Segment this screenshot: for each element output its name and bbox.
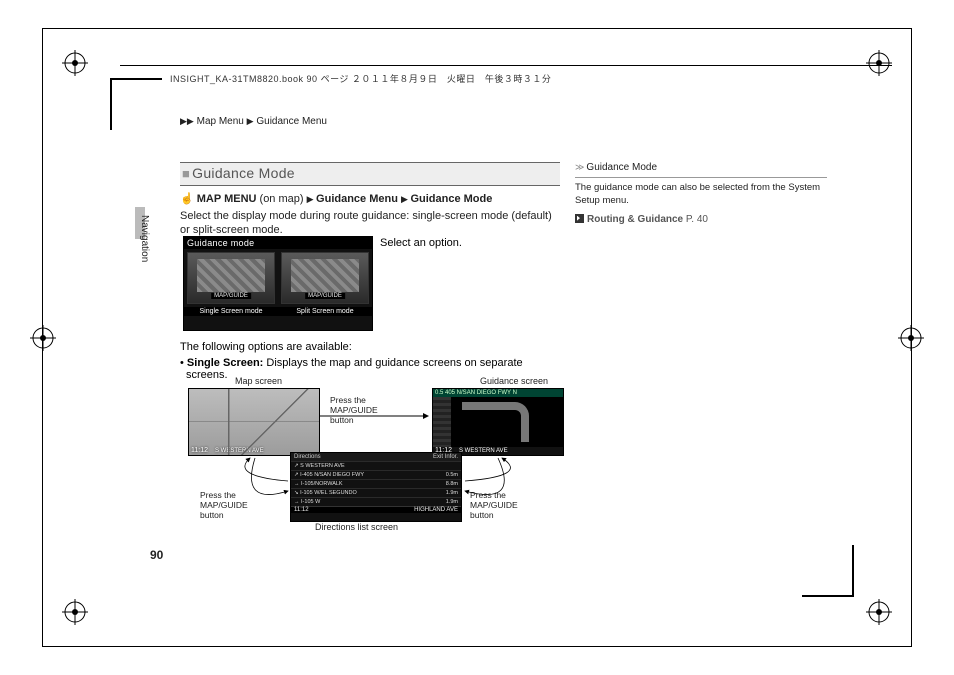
breadcrumb: ▶▶ Map Menu ▶ Guidance Menu [180, 116, 327, 127]
hero-cap-a: Single Screen mode [184, 307, 278, 316]
info-icon: ≫ [575, 162, 584, 172]
intro-text: Select the display mode during route gui… [180, 210, 560, 238]
bullet-label: Single Screen: [187, 357, 263, 369]
sidebar-body: The guidance mode can also be selected f… [575, 182, 827, 208]
caption-map: Map screen [235, 376, 282, 386]
direction-row: ↘ I-105 W/EL SEGUNDO1.9m [291, 488, 461, 497]
guide-topbar: 0.5 405 N/SAN DIEGO FWY N [433, 389, 563, 397]
registration-mark-icon [898, 325, 924, 351]
registration-mark-icon [62, 50, 88, 76]
time-label: 11:12 [191, 447, 208, 454]
side-tab-label: Navigation [139, 215, 150, 262]
press-button-label: Press the MAP/GUIDE button [470, 491, 520, 520]
hero-cell-split: MAP/GUIDE [281, 252, 369, 304]
press-button-label: Press the MAP/GUIDE button [200, 491, 250, 520]
registration-mark-icon [62, 599, 88, 625]
section-header: ■Guidance Mode [180, 162, 560, 186]
link-icon [575, 214, 584, 223]
path-b: Guidance Mode [410, 193, 492, 205]
path-a: Guidance Menu [316, 193, 398, 205]
page-number: 90 [150, 548, 163, 562]
caption-guide: Guidance screen [480, 376, 548, 386]
dir-bottom-street: HIGHLAND AVE [414, 507, 458, 513]
street-label: S WESTERN AVE [459, 448, 508, 454]
registration-mark-icon [866, 50, 892, 76]
hero-cap-b: Split Screen mode [278, 307, 372, 316]
street-label: S WESTERN AVE [215, 448, 264, 454]
direction-row: → I-105/NORWALK8.8m [291, 479, 461, 488]
options-intro: The following options are available: [180, 341, 560, 353]
direction-row: ↗ S WESTERN AVE [291, 461, 461, 470]
dir-bottom-time: 11:12 [294, 507, 309, 513]
guidance-mode-screenshot: Guidance mode MAP/GUIDE MAP/GUIDE Single… [183, 236, 373, 331]
main-content: ■Guidance Mode ☝ MAP MENU (on map) ▶ Gui… [180, 162, 560, 244]
sidebar-note: ≫Guidance Mode The guidance mode can als… [575, 162, 827, 225]
sidebar-title: Guidance Mode [586, 162, 657, 173]
button-icon: ☝ [180, 193, 194, 205]
dir-top-left: Directions [294, 454, 321, 460]
link-label: Routing & Guidance [587, 214, 683, 225]
crop-mark-icon [110, 78, 162, 130]
map-screen-thumbnail: 11:12 S WESTERN AVE [188, 388, 320, 456]
hero-title: Guidance mode [184, 237, 372, 249]
direction-row: ↗ I-405 N/SAN DIEGO FWY0.5m [291, 470, 461, 479]
sidebar-link: Routing & Guidance P. 40 [575, 214, 827, 225]
top-rule [120, 65, 892, 66]
press-button-label: Press the MAP/GUIDE button [330, 396, 380, 425]
directions-screen-thumbnail: Directions Exit Infor. ↗ S WESTERN AVE↗ … [290, 452, 462, 522]
triangle-icon: ▶▶ [180, 116, 194, 126]
breadcrumb-b: Guidance Menu [256, 116, 327, 127]
menu-path: ☝ MAP MENU (on map) ▶ Guidance Menu ▶ Gu… [180, 193, 560, 207]
divider [575, 177, 827, 178]
path-note: (on map) [260, 193, 304, 205]
registration-mark-icon [866, 599, 892, 625]
square-bullet-icon: ■ [182, 166, 190, 181]
registration-mark-icon [30, 325, 56, 351]
screen-diagram: Map screen Guidance screen Directions li… [180, 376, 580, 556]
caption-dir: Directions list screen [315, 522, 398, 532]
file-header: INSIGHT_KA-31TM8820.book 90 ページ ２０１１年８月９… [170, 72, 551, 85]
hero-cell-single: MAP/GUIDE [187, 252, 275, 304]
triangle-icon: ▶ [307, 194, 316, 204]
hero-badge: MAP/GUIDE [305, 293, 345, 299]
select-option-text: Select an option. [380, 237, 462, 249]
dir-top-right: Exit Infor. [433, 454, 458, 460]
section-title: Guidance Mode [192, 165, 295, 181]
sidebar-head: ≫Guidance Mode [575, 162, 827, 173]
guidance-screen-thumbnail: 0.5 405 N/SAN DIEGO FWY N 11:12 S WESTER… [432, 388, 564, 456]
breadcrumb-a: Map Menu [197, 116, 244, 127]
link-page: P. 40 [686, 214, 708, 225]
path-root: MAP MENU [197, 193, 257, 205]
triangle-icon: ▶ [247, 116, 254, 126]
crop-mark-icon [802, 545, 854, 597]
direction-row: → I-105 W1.9m [291, 497, 461, 506]
hero-badge: MAP/GUIDE [211, 293, 251, 299]
